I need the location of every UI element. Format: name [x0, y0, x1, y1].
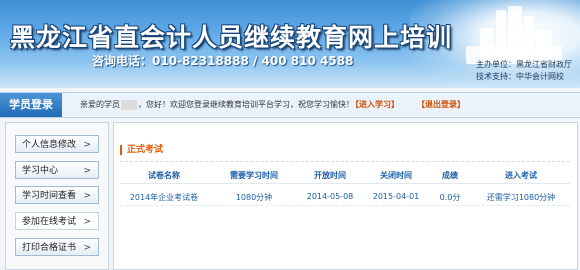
sidebar-item-label: 学习时间查看: [22, 191, 77, 201]
welcome-suffix: ，您好！欢迎您登录继续教育培训平台学习，祝您学习愉快！: [138, 100, 354, 109]
top-navbar: 学员登录 亲爱的学员 ，您好！欢迎您登录继续教育培训平台学习，祝您学习愉快！ 【进…: [0, 92, 580, 118]
ice-castle-image: [466, 6, 562, 66]
sidebar-item-label: 参加在线考试: [22, 217, 77, 227]
sidebar-item-study-time[interactable]: 学习时间查看 >: [15, 186, 99, 204]
column-header: 开放时间: [314, 171, 346, 180]
chevron-right-icon: >: [83, 217, 91, 227]
enter-exam-cell[interactable]: 还需学习1080分钟: [487, 192, 555, 203]
sidebar-item-profile-edit[interactable]: 个人信息修改 >: [15, 135, 99, 153]
sidebar-item-label: 学习中心: [22, 166, 59, 176]
hotline: 咨询电话：010-82318888 / 400 810 4588: [92, 54, 354, 68]
logout-link[interactable]: 【退出登录】: [417, 93, 465, 117]
section-title: 正式考试: [120, 145, 163, 155]
exam-name-cell: 2014年企业考试卷: [129, 193, 199, 202]
header-banner: 黑龙江省直会计人员继续教育网上培训 咨询电话：010-82318888 / 40…: [0, 0, 580, 88]
column-header: 需要学习时间: [230, 171, 278, 180]
column-header: 试卷名称: [148, 171, 180, 180]
divider: [120, 161, 570, 162]
score-cell: 0.0分: [439, 193, 461, 202]
column-header: 关闭时间: [380, 171, 412, 180]
row-divider: [120, 205, 570, 206]
organizer: 主办单位：黑龙江省财政厅: [476, 60, 572, 69]
username-redacted: [121, 99, 137, 110]
welcome-message: 亲爱的学员 ，您好！欢迎您登录继续教育培训平台学习，祝您学习愉快！: [80, 93, 354, 117]
sidebar-item-online-exam[interactable]: 参加在线考试 >: [15, 212, 99, 230]
required-time-cell: 1080分钟: [235, 193, 273, 202]
open-date-cell: 2014-05-08: [306, 192, 354, 201]
welcome-prefix: 亲爱的学员: [80, 100, 120, 109]
tech-support: 技术支持：中华会计网校: [476, 72, 564, 81]
tab-student-login[interactable]: 学员登录: [0, 93, 62, 117]
chevron-right-icon: >: [83, 243, 91, 253]
sidebar-item-label: 打印合格证书: [22, 243, 77, 253]
column-header: 进入考试: [505, 171, 537, 180]
sidebar: 个人信息修改 > 学习中心 > 学习时间查看 > 参加在线考试 > 打印合格证书…: [5, 122, 109, 270]
main-content: 正式考试 试卷名称 需要学习时间 开放时间 关闭时间 成绩 进入考试 2014年…: [113, 122, 578, 270]
organizer-info: 主办单位：黑龙江省财政厅 技术支持：中华会计网校: [476, 59, 572, 83]
enter-study-link[interactable]: 【进入学习】: [351, 93, 399, 117]
close-date-cell: 2015-04-01: [372, 192, 420, 201]
column-header: 成绩: [442, 171, 458, 180]
site-title: 黑龙江省直会计人员继续教育网上培训: [10, 23, 453, 52]
sidebar-item-label: 个人信息修改: [22, 140, 77, 150]
chevron-right-icon: >: [83, 166, 91, 176]
sidebar-item-study-center[interactable]: 学习中心 >: [15, 161, 99, 179]
header-divider: [120, 183, 570, 184]
chevron-right-icon: >: [83, 191, 91, 201]
chevron-right-icon: >: [83, 140, 91, 150]
sidebar-item-print-certificate[interactable]: 打印合格证书 >: [15, 238, 99, 256]
